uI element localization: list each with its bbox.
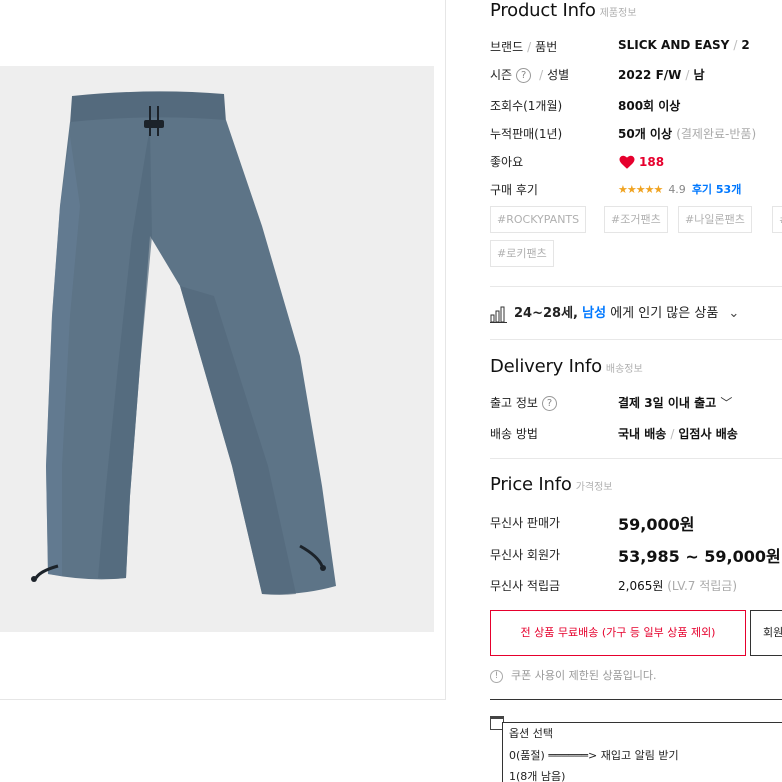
divider xyxy=(490,458,782,459)
views-value: 800회 이상 xyxy=(618,99,681,113)
method-row: 배송 방법 국내 배송 / 입점사 배송 xyxy=(490,423,782,443)
pants-illustration xyxy=(31,91,336,595)
tag-item[interactable]: #ROCKYPANTS xyxy=(490,206,587,233)
sale-price-value: 59,000원 xyxy=(618,515,695,534)
tag-item[interactable]: #조거팬츠 xyxy=(604,206,668,233)
product-image-panel xyxy=(0,0,446,700)
sales-value: 50개 이상 (결제완료-반품) xyxy=(618,127,757,141)
method-value: 국내 배송 / 입점사 배송 xyxy=(618,427,738,441)
review-count-link: 후기 53개 xyxy=(691,183,742,196)
heart-icon xyxy=(619,155,635,169)
bar-chart-icon xyxy=(490,306,507,323)
info-icon: ! xyxy=(490,669,503,683)
sale-price-row: 무신사 판매가 59,000원 xyxy=(490,512,782,534)
likes-row: 좋아요 188 xyxy=(490,151,782,171)
views-row: 조회수(1개월) 800회 이상 xyxy=(490,95,782,115)
likes-count: 188 xyxy=(639,154,665,169)
option-item[interactable]: 0(품절) ══════> 재입고 알림 받기 xyxy=(509,747,679,763)
points-value: 2,065원 (LV.7 적립금) xyxy=(618,579,738,593)
points-label: 무신사 적립금 xyxy=(490,579,561,593)
tag-item[interactable]: #로키팬츠 xyxy=(490,240,554,267)
likes-label: 좋아요 xyxy=(490,155,524,169)
price-info-heading: Price Info 가격정보 xyxy=(490,474,613,495)
points-row: 무신사 적립금 2,065원 (LV.7 적립금) xyxy=(490,575,782,595)
chevron-double-down-icon[interactable]: ⌄ xyxy=(728,306,739,321)
reviews-value[interactable]: ★★★★★ 4.9 후기 53개 xyxy=(618,181,741,197)
delivery-info-heading: Delivery Info 배송정보 xyxy=(490,356,643,377)
option-select-dropdown[interactable]: 옵션 선택 0(품절) ══════> 재입고 알림 받기 1(8개 남음) xyxy=(502,722,782,782)
free-shipping-button[interactable]: 전 상품 무료배송 (가구 등 일부 상품 제외) xyxy=(490,610,746,656)
brand-row: 브랜드 / 품번 SLICK AND EASY/2 xyxy=(490,36,782,56)
chevron-down-icon: ﹀ xyxy=(720,396,733,410)
member-price-label: 무신사 회원가 xyxy=(490,548,561,562)
like-button[interactable]: 188 xyxy=(618,153,664,171)
tag-item[interactable]: # xyxy=(772,206,782,233)
rating-value: 4.9 xyxy=(668,183,686,196)
reviews-row: 구매 후기 ★★★★★ 4.9 후기 53개 xyxy=(490,179,782,199)
reviews-label: 구매 후기 xyxy=(490,183,538,197)
shipping-label: 출고 정보? xyxy=(490,394,561,411)
help-icon[interactable]: ? xyxy=(541,396,557,411)
shipping-row: 출고 정보? 결제 3일 이내 출고 ﹀ xyxy=(490,392,782,412)
tag-item[interactable]: #나일론팬츠 xyxy=(678,206,752,233)
option-item[interactable]: 1(8개 남음) xyxy=(509,768,565,782)
member-price-row: 무신사 회원가 53,985 ~ 59,000원 xyxy=(490,544,782,566)
product-image[interactable] xyxy=(0,66,434,632)
product-info-panel: Product Info 제품정보 브랜드 / 품번 SLICK AND EASY/2… xyxy=(490,0,782,782)
sales-label: 누적판매(1년) xyxy=(490,127,563,141)
coupon-notice: ! 쿠폰 사용이 제한된 상품입니다. xyxy=(490,667,657,683)
divider xyxy=(490,286,782,287)
divider xyxy=(490,339,782,340)
section-title: Product Info xyxy=(490,0,596,21)
divider xyxy=(490,699,782,700)
help-icon[interactable]: ? xyxy=(516,68,532,83)
method-label: 배송 방법 xyxy=(490,427,538,441)
section-subtitle: 제품정보 xyxy=(599,8,637,19)
member-price-value: 53,985 ~ 59,000원 xyxy=(618,547,781,566)
option-header: 옵션 선택 xyxy=(509,727,553,740)
popular-age-gender[interactable]: 24~28세, 남성 에게 인기 많은 상품 ⌄ xyxy=(490,302,739,323)
views-label: 조회수(1개월) xyxy=(490,99,563,113)
brand-label: 브랜드 / 품번 xyxy=(490,40,558,54)
shipping-dropdown[interactable]: 결제 3일 이내 출고 ﹀ xyxy=(618,394,732,411)
star-rating-icon: ★★★★★ xyxy=(618,183,663,196)
season-value: 2022 F/W / 남 xyxy=(618,68,705,82)
brand-value[interactable]: SLICK AND EASY/2 xyxy=(618,38,750,52)
product-info-heading: Product Info 제품정보 xyxy=(490,0,637,21)
sales-row: 누적판매(1년) 50개 이상 (결제완료-반품) xyxy=(490,123,782,143)
sale-price-label: 무신사 판매가 xyxy=(490,516,561,530)
member-button[interactable]: 회원 xyxy=(750,610,782,656)
season-label: 시즌? / 성별 xyxy=(490,68,570,83)
season-row: 시즌? / 성별 2022 F/W / 남 xyxy=(490,64,782,84)
